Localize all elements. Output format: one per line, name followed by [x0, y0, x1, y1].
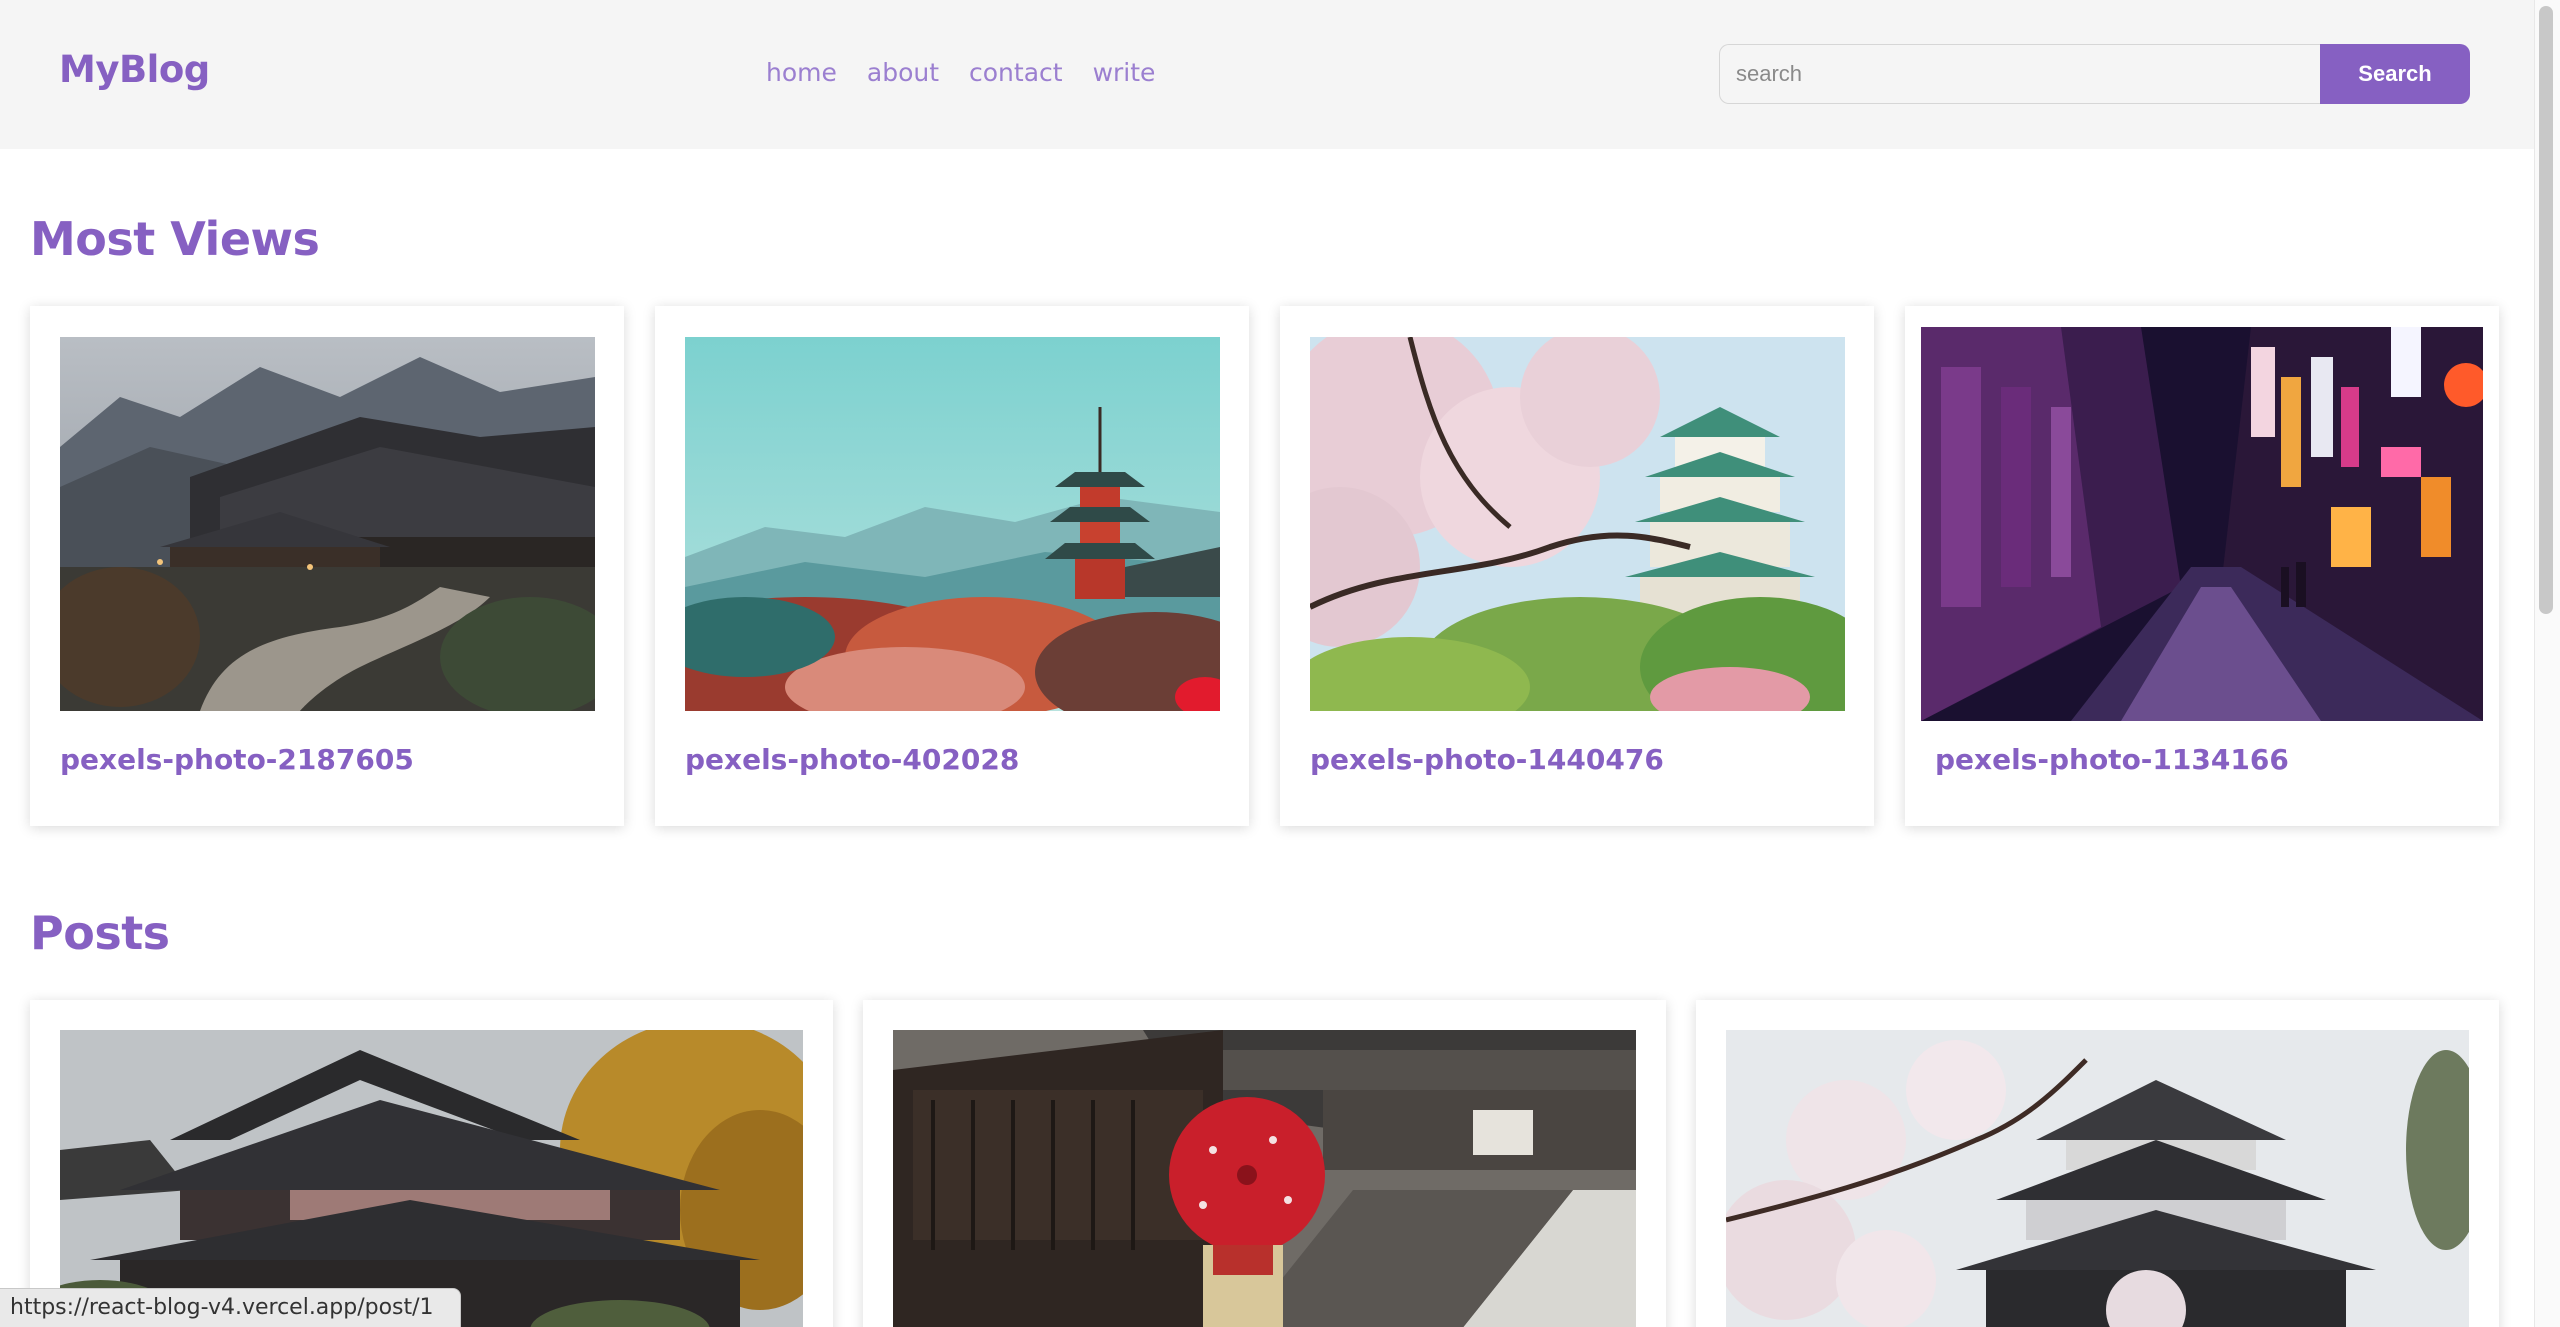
post-title[interactable]: pexels-photo-1134166 — [1935, 743, 2289, 776]
castle-blossom-photo — [1726, 1030, 2469, 1327]
temple-photo — [60, 1030, 803, 1327]
search-button[interactable]: Search — [2320, 44, 2470, 104]
post-image[interactable] — [1726, 1030, 2469, 1327]
post-image[interactable] — [685, 337, 1220, 711]
search-input[interactable] — [1719, 44, 2320, 104]
post-image[interactable] — [893, 1030, 1636, 1327]
post-image[interactable] — [1921, 327, 2483, 721]
umbrella-street-photo — [893, 1030, 1636, 1327]
post-image[interactable] — [1310, 337, 1845, 711]
nav-link-about[interactable]: about — [867, 58, 939, 87]
most-views-card[interactable]: pexels-photo-402028 — [655, 306, 1249, 826]
scrollbar-thumb[interactable] — [2539, 6, 2553, 614]
main-nav: home about contact write — [766, 58, 1155, 87]
most-views-heading: Most Views — [30, 212, 320, 266]
posts-heading: Posts — [30, 906, 170, 960]
most-views-card[interactable]: pexels-photo-1440476 — [1280, 306, 1874, 826]
search-bar: Search — [1719, 44, 2470, 104]
site-header: MyBlog home about contact write Search — [0, 0, 2534, 149]
nav-link-write[interactable]: write — [1093, 58, 1156, 87]
neon-street-photo — [1921, 327, 2483, 721]
post-card[interactable] — [1696, 1000, 2499, 1327]
browser-status-url: https://react-blog-v4.vercel.app/post/1 — [0, 1288, 461, 1327]
most-views-card[interactable]: pexels-photo-2187605 — [30, 306, 624, 826]
post-card[interactable] — [30, 1000, 833, 1327]
site-logo[interactable]: MyBlog — [59, 48, 210, 91]
nav-link-contact[interactable]: contact — [969, 58, 1063, 87]
pagoda-photo — [685, 337, 1220, 711]
nav-link-home[interactable]: home — [766, 58, 837, 87]
post-card[interactable] — [863, 1000, 1666, 1327]
post-title[interactable]: pexels-photo-2187605 — [60, 743, 414, 776]
post-image[interactable] — [60, 337, 595, 711]
post-title[interactable]: pexels-photo-1440476 — [1310, 743, 1664, 776]
post-title[interactable]: pexels-photo-402028 — [685, 743, 1019, 776]
post-image[interactable] — [60, 1030, 803, 1327]
castle-sakura-photo — [1310, 337, 1845, 711]
most-views-card[interactable]: pexels-photo-1134166 — [1905, 306, 2499, 826]
mountain-village-photo — [60, 337, 595, 711]
